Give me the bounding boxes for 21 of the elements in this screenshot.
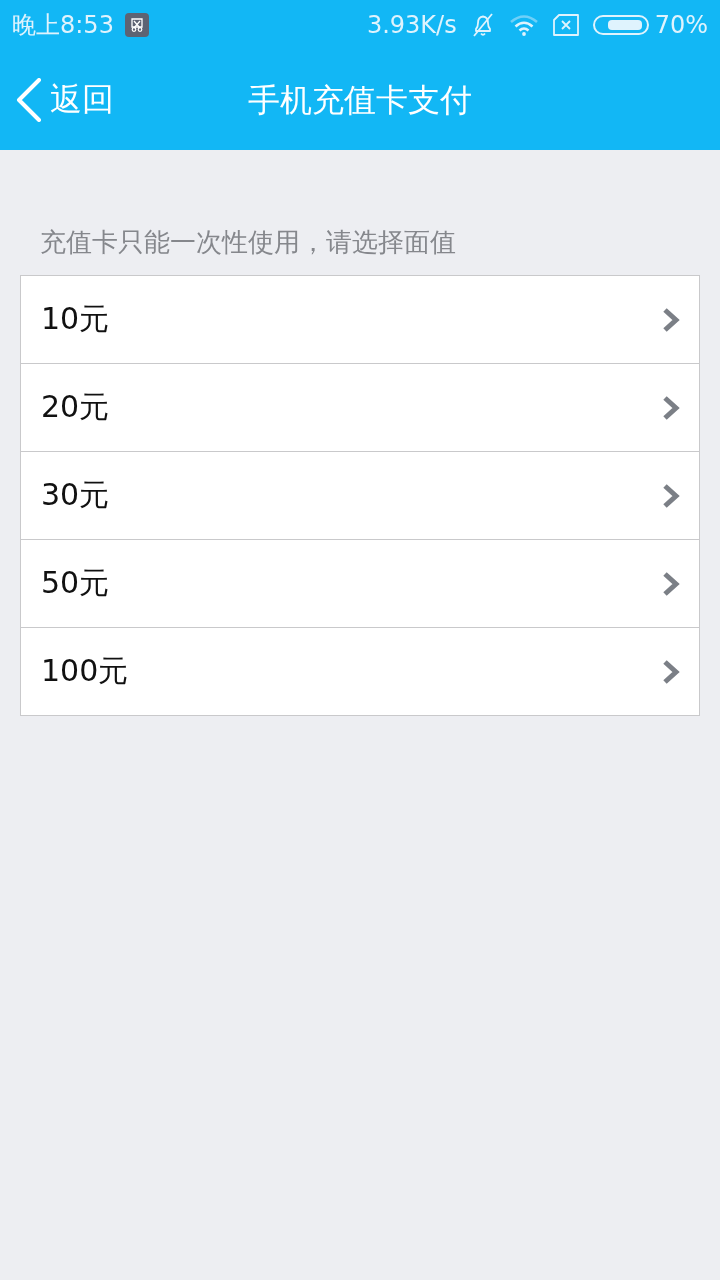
chevron-right-icon: [661, 307, 681, 332]
amount-option[interactable]: 30元: [21, 452, 699, 540]
page-title: 手机充值卡支付: [248, 80, 472, 121]
amount-option[interactable]: 10元: [21, 276, 699, 364]
chevron-right-icon: [661, 395, 681, 420]
chevron-left-icon: [16, 78, 42, 122]
bell-off-icon: [470, 12, 495, 38]
hint-text: 充值卡只能一次性使用，请选择面值: [40, 226, 457, 259]
amount-option[interactable]: 50元: [21, 540, 699, 628]
chevron-right-icon: [661, 483, 681, 508]
network-speed: 3.93K/s: [366, 10, 457, 40]
chevron-right-icon: [661, 659, 681, 684]
wifi-icon: [508, 14, 539, 36]
chevron-right-icon: [661, 571, 681, 596]
sim-card-missing-icon: [552, 14, 579, 36]
amount-option[interactable]: 100元: [21, 628, 699, 715]
status-time: 晚上8:53: [12, 10, 114, 40]
amount-option[interactable]: 20元: [21, 364, 699, 452]
battery-icon: [592, 15, 649, 35]
scissors-notification-icon: [124, 13, 149, 37]
battery-percentage: 70%: [654, 10, 708, 40]
